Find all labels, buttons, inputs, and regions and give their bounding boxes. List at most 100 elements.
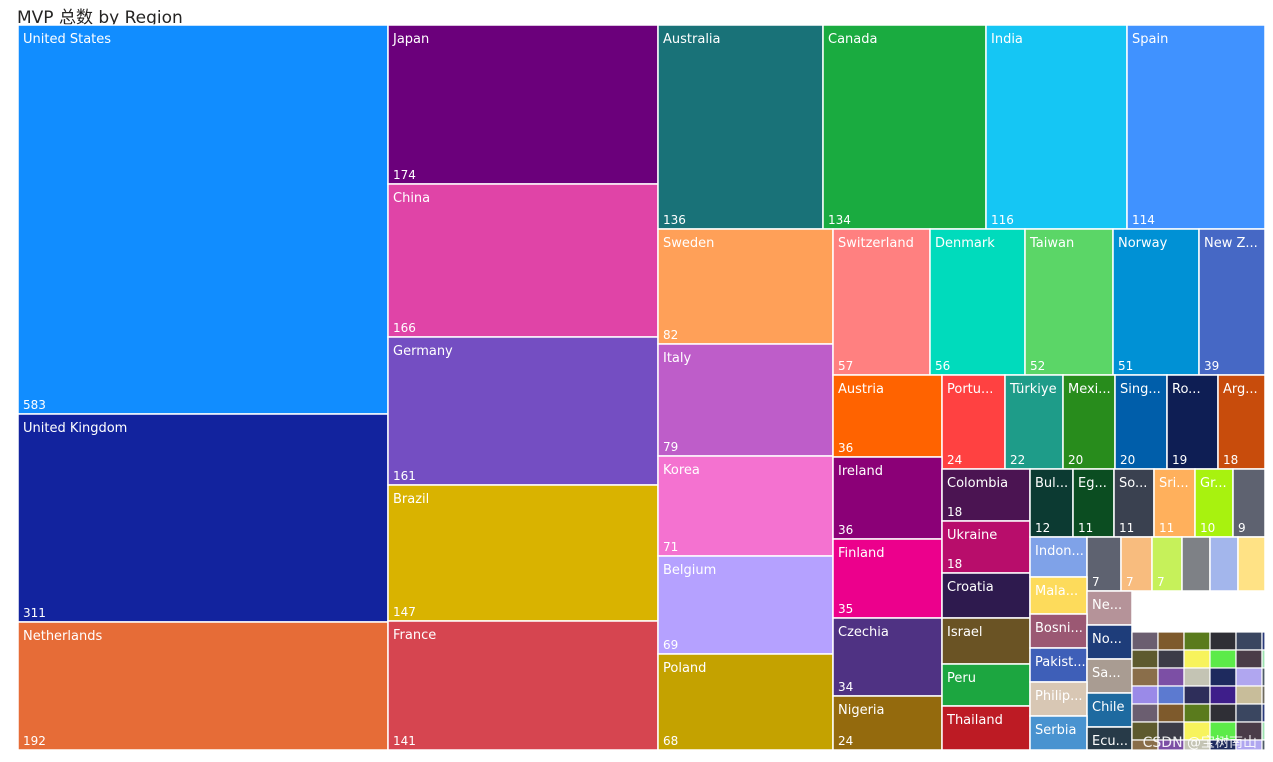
tile-pakistan[interactable]: Pakist... bbox=[1029, 647, 1088, 683]
tile-croatia[interactable]: Croatia bbox=[941, 572, 1031, 619]
tile-austria[interactable]: Austria 36 bbox=[832, 374, 943, 458]
tile-singapore[interactable]: Sing... 20 bbox=[1114, 374, 1168, 470]
tile-small-region[interactable] bbox=[1209, 703, 1237, 723]
tile-belgium[interactable]: Belgium 69 bbox=[657, 555, 834, 655]
tile-germany[interactable]: Germany 161 bbox=[387, 336, 659, 486]
tile-sri-lanka[interactable]: Sri... 11 bbox=[1153, 468, 1196, 538]
tile-australia[interactable]: Australia 136 bbox=[657, 24, 824, 230]
tile-canada[interactable]: Canada 134 bbox=[822, 24, 987, 230]
tile-rect[interactable] bbox=[387, 24, 659, 185]
tile-japan[interactable]: Japan 174 bbox=[387, 24, 659, 185]
tile-malaysia[interactable]: Mala... bbox=[1029, 576, 1088, 615]
tile-small-region[interactable] bbox=[1261, 631, 1266, 651]
tile-small-region[interactable] bbox=[1131, 667, 1159, 687]
tile-small-region[interactable] bbox=[1235, 667, 1263, 687]
tile-region-s2[interactable] bbox=[1209, 536, 1239, 592]
tile-thailand[interactable]: Thailand bbox=[941, 705, 1031, 751]
tile-small-region[interactable] bbox=[1235, 685, 1263, 705]
tile-saudi-arabia[interactable]: Sa... bbox=[1086, 658, 1133, 694]
tile-rect[interactable] bbox=[1209, 536, 1239, 592]
tile-region-7c[interactable]: 7 bbox=[1151, 536, 1183, 592]
tile-peru[interactable]: Peru bbox=[941, 663, 1031, 707]
tile-sweden[interactable]: Sweden 82 bbox=[657, 228, 834, 345]
tile-united-kingdom[interactable]: United Kingdom 311 bbox=[17, 413, 389, 623]
tile-small-region[interactable] bbox=[1157, 649, 1185, 669]
tile-small-region[interactable] bbox=[1235, 631, 1263, 651]
tile-france[interactable]: France 141 bbox=[387, 620, 659, 751]
tile-rect[interactable] bbox=[657, 24, 824, 230]
tile-region-9[interactable]: 9 bbox=[1232, 468, 1266, 538]
tile-small-region[interactable] bbox=[1209, 631, 1237, 651]
tile-rect[interactable] bbox=[985, 24, 1128, 230]
tile-netherlands[interactable]: Netherlands 192 bbox=[17, 621, 389, 751]
tile-egypt[interactable]: Eg... 11 bbox=[1072, 468, 1115, 538]
tile-small-region[interactable] bbox=[1261, 649, 1266, 669]
tile-taiwan[interactable]: Taiwan 52 bbox=[1024, 228, 1114, 376]
tile-region-s3[interactable] bbox=[1237, 536, 1266, 592]
tile-brazil[interactable]: Brazil 147 bbox=[387, 484, 659, 622]
tile-small-region[interactable] bbox=[1157, 685, 1185, 705]
tile-portugal[interactable]: Portu... 24 bbox=[941, 374, 1006, 470]
tile-small-region[interactable] bbox=[1261, 739, 1266, 751]
tile-argentina[interactable]: Arg... 18 bbox=[1217, 374, 1266, 470]
tile-rect[interactable] bbox=[387, 336, 659, 486]
tile-region-7b[interactable]: 7 bbox=[1120, 536, 1153, 592]
tile-ukraine[interactable]: Ukraine 18 bbox=[941, 520, 1031, 574]
tile-small-region[interactable] bbox=[1157, 703, 1185, 723]
tile-bosnia[interactable]: Bosni... bbox=[1029, 613, 1088, 649]
tile-mexico[interactable]: Mexi... 20 bbox=[1062, 374, 1116, 470]
tile-italy[interactable]: Italy 79 bbox=[657, 343, 834, 457]
tile-small-region[interactable] bbox=[1261, 685, 1266, 705]
tile-serbia[interactable]: Serbia bbox=[1029, 715, 1088, 751]
tile-rect[interactable] bbox=[17, 413, 389, 623]
tile-small-region[interactable] bbox=[1235, 703, 1263, 723]
tile-spain[interactable]: Spain 114 bbox=[1126, 24, 1266, 230]
tile-rect[interactable] bbox=[822, 24, 987, 230]
tile-small-region[interactable] bbox=[1183, 703, 1211, 723]
tile-new-zealand[interactable]: New Z... 39 bbox=[1198, 228, 1266, 376]
tile-ireland[interactable]: Ireland 36 bbox=[832, 456, 943, 540]
tile-small-region[interactable] bbox=[1209, 649, 1237, 669]
tile-small-region[interactable] bbox=[1183, 649, 1211, 669]
tile-small-region[interactable] bbox=[1235, 649, 1263, 669]
tile-indonesia[interactable]: Indon... bbox=[1029, 536, 1088, 578]
tile-poland[interactable]: Poland 68 bbox=[657, 653, 834, 751]
tile-norway[interactable]: Norway 51 bbox=[1112, 228, 1200, 376]
tile-small-region[interactable] bbox=[1131, 703, 1159, 723]
tile-small-region[interactable] bbox=[1183, 667, 1211, 687]
tile-china[interactable]: China 166 bbox=[387, 183, 659, 338]
tile-colombia[interactable]: Colombia 18 bbox=[941, 468, 1031, 522]
tile-bulgaria[interactable]: Bul... 12 bbox=[1029, 468, 1074, 538]
tile-small-region[interactable] bbox=[1209, 667, 1237, 687]
tile-nepal[interactable]: Ne... bbox=[1086, 590, 1133, 626]
tile-small-region[interactable] bbox=[1183, 685, 1211, 705]
tile-region-7a[interactable]: 7 bbox=[1086, 536, 1122, 592]
tile-finland[interactable]: Finland 35 bbox=[832, 538, 943, 619]
tile-rect[interactable] bbox=[1237, 536, 1266, 592]
tile-rect[interactable] bbox=[1126, 24, 1266, 230]
tile-rect[interactable] bbox=[17, 24, 389, 415]
tile-rect[interactable] bbox=[1181, 536, 1211, 592]
tile-romania[interactable]: Ro... 19 bbox=[1166, 374, 1219, 470]
tile-small-region[interactable] bbox=[1183, 631, 1211, 651]
tile-israel[interactable]: Israel bbox=[941, 617, 1031, 665]
tile-small-region[interactable] bbox=[1131, 685, 1159, 705]
tile-greece[interactable]: Gr... 10 bbox=[1194, 468, 1234, 538]
tile-small-region[interactable] bbox=[1157, 667, 1185, 687]
tile-ecuador[interactable]: Ecu... bbox=[1086, 726, 1133, 751]
tile-india[interactable]: India 116 bbox=[985, 24, 1128, 230]
tile-small-region[interactable] bbox=[1157, 631, 1185, 651]
tile-switzerland[interactable]: Switzerland 57 bbox=[832, 228, 931, 376]
tile-nigeria[interactable]: Nigeria 24 bbox=[832, 695, 943, 751]
tile-region-s1[interactable] bbox=[1181, 536, 1211, 592]
tile-t-rkiye[interactable]: Türkiye 22 bbox=[1004, 374, 1064, 470]
tile-small-region[interactable] bbox=[1131, 631, 1159, 651]
tile-chile[interactable]: Chile bbox=[1086, 692, 1133, 728]
tile-rect[interactable] bbox=[387, 183, 659, 338]
tile-small-region[interactable] bbox=[1261, 703, 1266, 723]
tile-united-states[interactable]: United States 583 bbox=[17, 24, 389, 415]
tile-norway-2[interactable]: No... bbox=[1086, 624, 1133, 660]
tile-korea[interactable]: Korea 71 bbox=[657, 455, 834, 557]
tile-denmark[interactable]: Denmark 56 bbox=[929, 228, 1026, 376]
tile-small-region[interactable] bbox=[1209, 685, 1237, 705]
